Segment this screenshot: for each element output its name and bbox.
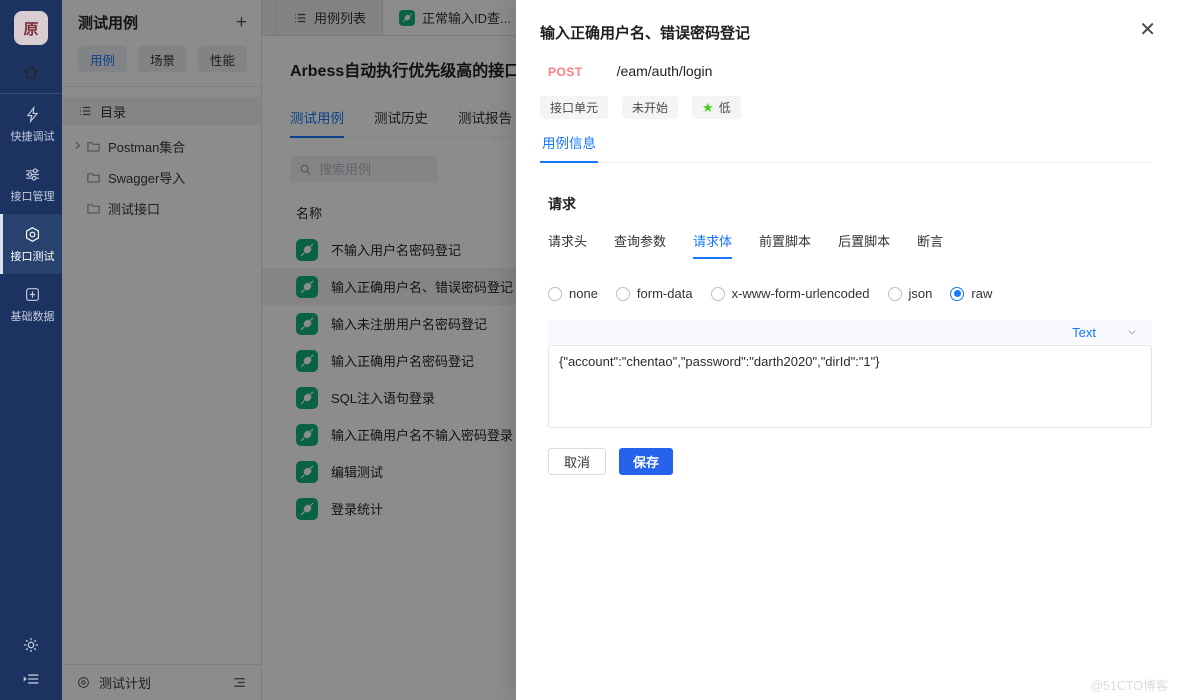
radio-label: raw — [971, 286, 992, 301]
sliders-icon — [24, 166, 41, 183]
body-editor: Text {"account":"chentao","password":"da… — [548, 320, 1152, 433]
radio-form-data[interactable]: form-data — [616, 286, 693, 301]
radio-icon — [888, 287, 902, 301]
radio-icon — [711, 287, 725, 301]
tag-unit: 接口单元 — [540, 96, 608, 119]
tab-request-headers[interactable]: 请求头 — [548, 231, 587, 259]
tab-case-info[interactable]: 用例信息 — [540, 132, 598, 163]
drawer-title: 输入正确用户名、错误密码登记 — [540, 0, 1152, 43]
watermark: @51CTO博客 — [1090, 675, 1168, 694]
sidebar-item-label: 基础数据 — [11, 308, 55, 324]
home-icon — [22, 63, 40, 81]
request-tabs: 请求头 查询参数 请求体 前置脚本 后置脚本 断言 — [548, 231, 1152, 259]
sidebar-item-label: 接口测试 — [11, 248, 55, 264]
tag-status: 未开始 — [622, 96, 678, 119]
priority-label: 低 — [719, 99, 731, 116]
hexagon-gear-icon — [24, 226, 41, 243]
tab-post-script[interactable]: 后置脚本 — [838, 231, 890, 259]
chevron-down-icon[interactable] — [1126, 326, 1138, 338]
sidebar-item-label: 接口管理 — [11, 188, 55, 204]
radio-label: x-www-form-urlencoded — [732, 286, 870, 301]
sidebar-item-home[interactable] — [0, 45, 62, 94]
tag-row: 接口单元 未开始 ★ 低 — [540, 96, 1152, 119]
radio-label: json — [909, 286, 933, 301]
radio-none[interactable]: none — [548, 286, 598, 301]
http-method-badge: POST — [548, 65, 583, 79]
database-icon — [24, 286, 41, 303]
radio-json[interactable]: json — [888, 286, 933, 301]
sidebar-item-quick-debug[interactable]: 快捷调试 — [0, 94, 62, 154]
drawer-tabbar: 用例信息 — [540, 132, 1152, 163]
star-icon: ★ — [702, 101, 714, 114]
save-button[interactable]: 保存 — [619, 448, 673, 475]
tab-request-body[interactable]: 请求体 — [693, 231, 732, 259]
radio-icon — [548, 287, 562, 301]
sidebar-bottom — [0, 636, 62, 688]
radio-label: none — [569, 286, 598, 301]
lightning-icon — [24, 106, 41, 123]
request-section-title: 请求 — [548, 194, 1152, 214]
gear-icon[interactable] — [22, 636, 40, 654]
body-textarea[interactable]: {"account":"chentao","password":"darth20… — [548, 345, 1152, 428]
tag-priority: ★ 低 — [692, 96, 741, 119]
radio-label: form-data — [637, 286, 693, 301]
radio-icon — [616, 287, 630, 301]
close-icon[interactable]: ✕ — [1139, 20, 1156, 40]
drawer-mask[interactable] — [62, 0, 516, 700]
sidebar-item-api-manage[interactable]: 接口管理 — [0, 154, 62, 214]
tab-query-params[interactable]: 查询参数 — [614, 231, 666, 259]
tab-assertions[interactable]: 断言 — [917, 231, 943, 259]
request-path: /eam/auth/login — [617, 63, 713, 79]
main-sidebar: 原 快捷调试 接口管理 接口测试 — [0, 0, 62, 700]
sidebar-item-label: 快捷调试 — [11, 128, 55, 144]
radio-urlencoded[interactable]: x-www-form-urlencoded — [711, 286, 870, 301]
case-detail-drawer: 输入正确用户名、错误密码登记 ✕ POST /eam/auth/login 接口… — [516, 0, 1184, 700]
editor-toolbar: Text — [548, 320, 1152, 344]
app-logo[interactable]: 原 — [14, 11, 48, 45]
radio-raw[interactable]: raw — [950, 286, 992, 301]
editor-mode-select[interactable]: Text — [1072, 325, 1096, 340]
radio-icon — [950, 287, 964, 301]
sidebar-item-base-data[interactable]: 基础数据 — [0, 274, 62, 334]
tab-pre-script[interactable]: 前置脚本 — [759, 231, 811, 259]
body-type-radios: none form-data x-www-form-urlencoded jso… — [548, 286, 1152, 301]
collapse-menu-icon[interactable] — [22, 670, 40, 688]
sidebar-item-api-test[interactable]: 接口测试 — [0, 214, 62, 274]
request-line: POST /eam/auth/login — [540, 63, 1152, 79]
action-buttons: 取消 保存 — [548, 448, 1152, 475]
cancel-button[interactable]: 取消 — [548, 448, 606, 475]
